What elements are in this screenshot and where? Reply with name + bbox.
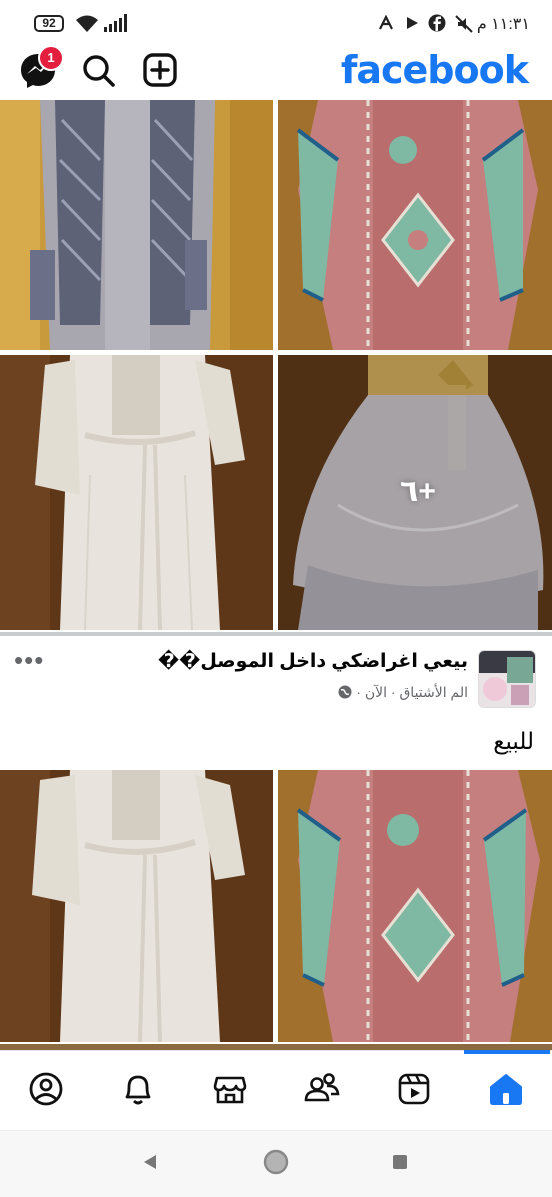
facebook-notification-icon — [428, 14, 446, 32]
photo-tile[interactable] — [278, 100, 552, 350]
bottom-nav — [0, 1050, 552, 1131]
status-bar: 92 ١١:٣١ م — [0, 0, 552, 46]
photo-white-dress — [0, 770, 273, 1042]
post-group-name[interactable]: بيعي اغراضكي داخل الموصل�� — [158, 650, 468, 673]
home-icon — [490, 1074, 522, 1105]
group-avatar-image — [479, 651, 535, 707]
video-icon — [398, 1073, 430, 1105]
profile-icon — [29, 1072, 63, 1106]
search-icon — [83, 55, 115, 87]
tab-marketplace[interactable] — [205, 1064, 255, 1114]
photo-tile[interactable] — [0, 355, 273, 630]
photo-tile[interactable] — [0, 100, 273, 350]
photo-white-dress — [0, 355, 273, 630]
post-meta-row: الم الأشتياق · الآن · — [338, 684, 468, 701]
home-circle-icon[interactable] — [263, 1149, 289, 1175]
marketplace-icon — [213, 1076, 247, 1104]
clock: ١١:٣١ م — [476, 16, 530, 33]
search-button[interactable] — [78, 50, 118, 90]
back-icon[interactable] — [141, 1153, 159, 1171]
tab-home[interactable] — [481, 1064, 531, 1114]
translate-icon — [379, 15, 393, 30]
feed-separator — [0, 632, 552, 636]
create-post-button[interactable] — [140, 50, 180, 90]
plus-square-icon — [143, 53, 177, 87]
globe-icon — [338, 685, 352, 699]
photo-pink-kaftan — [278, 100, 552, 350]
post-options-button[interactable]: ••• — [14, 647, 44, 673]
group-avatar[interactable] — [478, 650, 536, 708]
signal-icon — [104, 14, 127, 32]
active-tab-indicator — [464, 1050, 550, 1054]
post-text: للبيع — [493, 728, 534, 754]
mute-icon — [455, 15, 473, 33]
photo-tile[interactable] — [278, 770, 552, 1042]
more-photos-count: ٦+ — [400, 475, 436, 508]
groups-icon — [304, 1073, 340, 1102]
tab-groups[interactable] — [297, 1064, 347, 1114]
photo-pink-kaftan — [278, 770, 552, 1042]
wifi-icon — [76, 15, 98, 32]
tab-notifications[interactable] — [113, 1064, 163, 1114]
facebook-logo[interactable]: facebook — [341, 48, 529, 92]
recents-icon[interactable] — [392, 1154, 408, 1170]
play-store-icon — [407, 17, 418, 29]
tab-profile[interactable] — [21, 1064, 71, 1114]
post-meta-text: الم الأشتياق · الآن · — [356, 684, 468, 700]
photo-grey-abaya — [0, 100, 273, 350]
battery-indicator: 92 — [34, 15, 64, 32]
photo-tile[interactable] — [0, 770, 273, 1042]
messenger-badge: 1 — [38, 45, 64, 71]
bell-icon — [125, 1075, 151, 1105]
tab-watch[interactable] — [389, 1064, 439, 1114]
